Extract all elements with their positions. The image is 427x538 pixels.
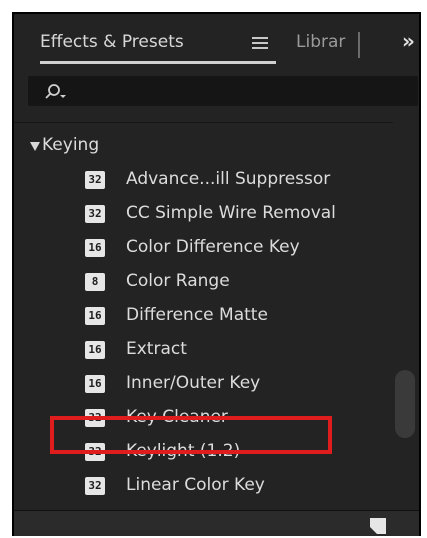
double-chevron-right-icon[interactable]: »	[402, 29, 415, 53]
group-keying[interactable]: Keying	[14, 129, 393, 163]
active-tab-underline	[40, 61, 276, 64]
search-input[interactable]	[28, 76, 418, 106]
tab-divider	[358, 32, 360, 58]
list-item[interactable]: 32 CC Simple Wire Removal	[14, 197, 393, 231]
tab-effects-presets-label: Effects & Presets	[40, 32, 184, 52]
bit-depth-badge-icon: 16	[85, 341, 105, 359]
bit-depth-badge-icon: 32	[85, 477, 105, 495]
tab-bar: Effects & Presets Librar »	[14, 14, 419, 66]
list-item[interactable]: 16 Color Difference Key	[14, 231, 393, 265]
effects-presets-panel: Effects & Presets Librar » Keying 32 Adv…	[12, 12, 421, 536]
list-item-label: Difference Matte	[126, 305, 268, 325]
list-item-label: Advance...ill Suppressor	[126, 169, 331, 189]
bit-depth-badge-icon: 32	[85, 171, 105, 189]
search-icon[interactable]	[44, 83, 68, 101]
list-item-label: CC Simple Wire Removal	[126, 203, 336, 223]
list-item-label: Linear Color Key	[126, 475, 265, 495]
list-item[interactable]: 16 Inner/Outer Key	[14, 367, 393, 401]
list-item[interactable]: 16 Difference Matte	[14, 299, 393, 333]
list-item-label: Color Difference Key	[126, 237, 300, 257]
panel-footer	[14, 510, 419, 536]
highlight-box	[50, 416, 332, 454]
tab-effects-presets[interactable]: Effects & Presets	[40, 32, 184, 62]
list-item-label: Color Range	[126, 271, 230, 291]
list-item[interactable]: 8 Color Range	[14, 265, 393, 299]
group-keying-label: Keying	[42, 135, 100, 155]
list-item-label: Extract	[126, 339, 187, 359]
list-item[interactable]: 32 Advance...ill Suppressor	[14, 163, 393, 197]
bit-depth-badge-icon: 16	[85, 239, 105, 257]
new-folder-icon[interactable]	[369, 517, 387, 535]
hamburger-icon[interactable]	[252, 34, 268, 50]
scrollbar-thumb[interactable]	[395, 370, 415, 438]
scrollbar[interactable]	[393, 122, 419, 510]
tab-libraries[interactable]: Librar	[296, 32, 345, 52]
disclosure-triangle-icon[interactable]	[30, 142, 40, 151]
bit-depth-badge-icon: 16	[85, 307, 105, 325]
list-item[interactable]: 16 Extract	[14, 333, 393, 367]
bit-depth-badge-icon: 8	[85, 273, 105, 291]
bit-depth-badge-icon: 16	[85, 375, 105, 393]
list-item[interactable]: 32 Linear Color Key	[14, 469, 393, 503]
list-item-label: Inner/Outer Key	[126, 373, 261, 393]
bit-depth-badge-icon: 32	[85, 205, 105, 223]
